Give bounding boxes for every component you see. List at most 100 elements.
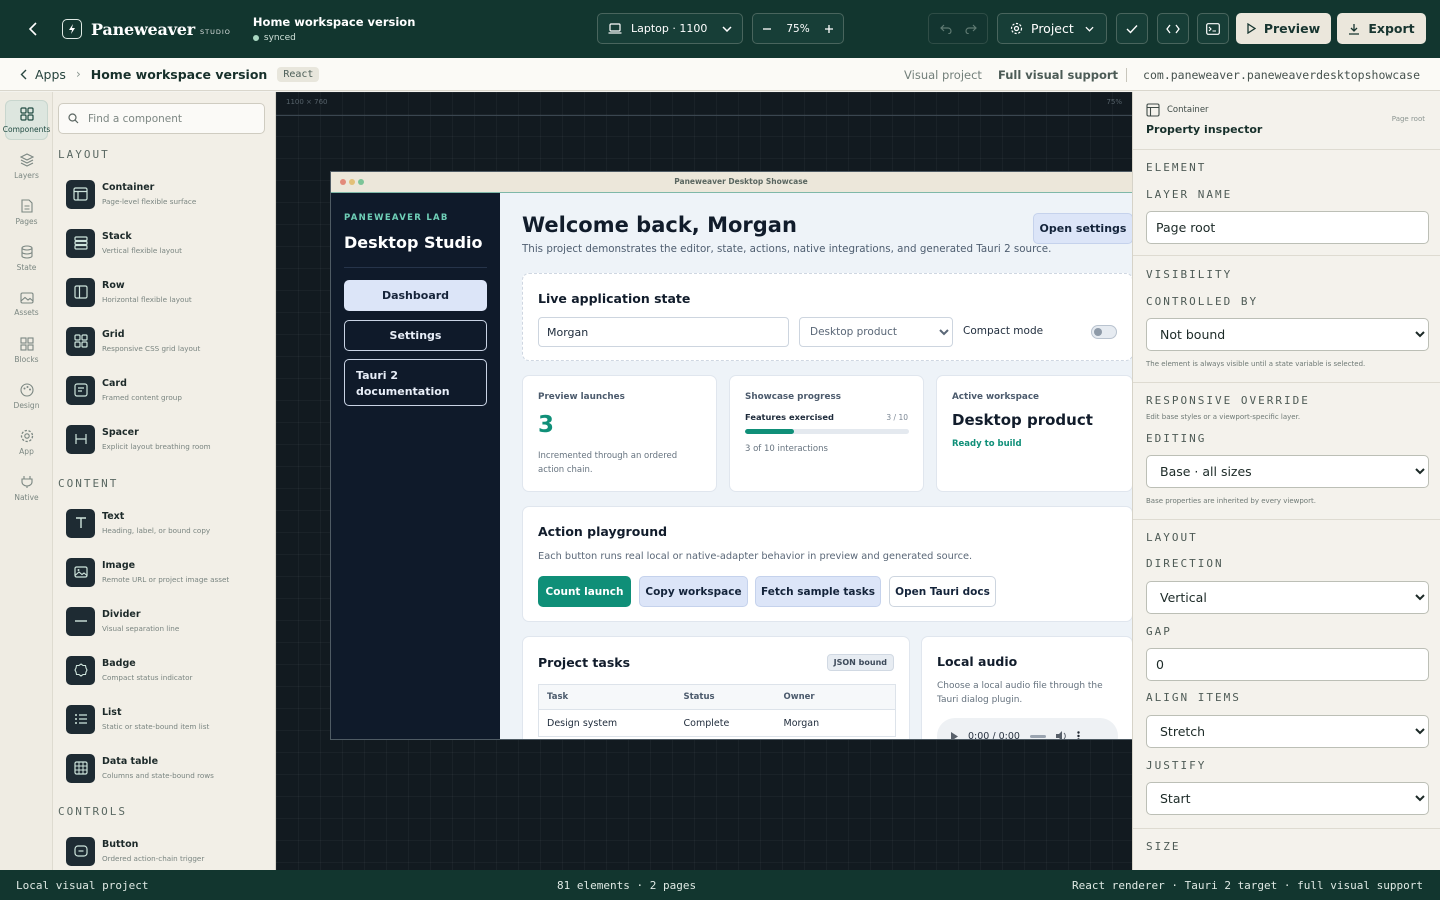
rail-item-native[interactable]: Native: [5, 468, 48, 508]
component-text[interactable]: Text Heading, label, or bound copy: [66, 503, 266, 543]
align-items-select[interactable]: Stretch: [1146, 715, 1429, 748]
compact-mode-toggle[interactable]: [1091, 325, 1117, 339]
device-selector[interactable]: Laptop · 1100: [597, 13, 743, 44]
copy-workspace-button[interactable]: Copy workspace: [639, 576, 748, 607]
component-spacer[interactable]: Spacer Explicit layout breathing room: [66, 419, 266, 459]
play-icon[interactable]: [951, 731, 958, 741]
element-kind: Container: [1167, 105, 1209, 115]
fetch-sample-tasks-button[interactable]: Fetch sample tasks: [755, 576, 881, 607]
local-audio-card: Local audio Choose a local audio file th…: [921, 636, 1132, 741]
editing-label: EDITING: [1146, 432, 1207, 445]
component-image[interactable]: Image Remote URL or project image asset: [66, 552, 266, 592]
layout-heading: LAYOUT: [1146, 531, 1198, 544]
component-badge[interactable]: Badge Compact status indicator: [66, 650, 266, 690]
sync-status: synced: [252, 33, 415, 43]
rail-item-state[interactable]: State: [5, 238, 48, 278]
layer-name-input[interactable]: [1146, 211, 1429, 244]
back-button[interactable]: [22, 22, 44, 36]
audio-seek-bar[interactable]: [1029, 734, 1046, 738]
launches-label: Preview launches: [538, 392, 625, 402]
rail-label: Components: [2, 124, 51, 134]
live-state-card: Live application state Desktop product C…: [522, 273, 1132, 361]
breadcrumb-current: Home workspace version: [90, 66, 268, 82]
brand-name: Paneweaver: [91, 19, 196, 39]
workspace-select[interactable]: Desktop product: [799, 317, 953, 347]
rail-item-components[interactable]: Components: [2, 100, 51, 140]
validate-button[interactable]: [1116, 13, 1148, 44]
justify-select[interactable]: Start: [1146, 782, 1429, 815]
canvas-zoom: 75%: [1106, 98, 1122, 106]
component-name: Card: [102, 378, 127, 389]
rail-item-blocks[interactable]: Blocks: [5, 330, 48, 370]
text-icon: [66, 508, 95, 538]
component-row[interactable]: Row Horizontal flexible layout: [66, 272, 266, 312]
laptop-icon: [608, 23, 622, 34]
component-desc: Columns and state-bound rows: [102, 771, 214, 780]
more-vertical-icon[interactable]: [1077, 731, 1080, 740]
launches-value: 3: [538, 412, 555, 438]
component-grid[interactable]: Grid Responsive CSS grid layout: [66, 321, 266, 361]
layers-icon: [19, 152, 34, 167]
component-list[interactable]: List Static or state-bound item list: [66, 699, 266, 739]
export-button[interactable]: Export: [1337, 13, 1426, 44]
play-icon: [1247, 23, 1256, 34]
view-code-button[interactable]: [1157, 13, 1189, 44]
rail-item-pages[interactable]: Pages: [5, 192, 48, 232]
json-bound-badge: JSON bound: [826, 654, 894, 671]
volume-icon[interactable]: [1055, 731, 1067, 740]
nav-settings-button[interactable]: Settings: [344, 320, 487, 351]
component-name: Spacer: [102, 427, 139, 438]
active-workspace-card: Active workspace Desktop product Ready t…: [936, 375, 1132, 492]
component-data-table[interactable]: Data table Columns and state-bound rows: [66, 748, 266, 788]
terminal-button[interactable]: [1197, 13, 1229, 44]
stack-icon: [66, 228, 95, 258]
rail-item-assets[interactable]: Assets: [5, 284, 48, 324]
nav-tauri-docs-button[interactable]: Tauri 2 documentation: [344, 359, 487, 406]
nav-dashboard-button[interactable]: Dashboard: [344, 280, 487, 311]
component-button[interactable]: Button Ordered action-chain trigger: [66, 831, 266, 870]
page-icon: [20, 198, 33, 213]
progress-bar: [745, 429, 909, 434]
name-input[interactable]: [538, 317, 789, 347]
rail-item-layers[interactable]: Layers: [5, 146, 48, 186]
preview-button[interactable]: Preview: [1236, 13, 1331, 44]
project-tasks-card: Project tasks JSON bound Task Status Own…: [522, 636, 910, 739]
app-preview-frame[interactable]: Paneweaver Desktop Showcase PANEWEAVER L…: [330, 171, 1132, 740]
count-launch-button[interactable]: Count launch: [538, 576, 631, 607]
component-divider[interactable]: Divider Visual separation line: [66, 601, 266, 641]
blocks-icon: [19, 336, 34, 351]
open-settings-button[interactable]: Open settings: [1033, 213, 1132, 244]
gap-input[interactable]: [1146, 648, 1429, 681]
editing-select[interactable]: Base · all sizes: [1146, 455, 1429, 488]
component-card[interactable]: Card Framed content group: [66, 370, 266, 410]
rail-item-app[interactable]: App: [5, 422, 48, 462]
open-tauri-docs-button[interactable]: Open Tauri docs: [889, 576, 996, 607]
rail-item-design[interactable]: Design: [5, 376, 48, 416]
table-cell: Complete: [683, 717, 730, 729]
direction-select[interactable]: Vertical: [1146, 581, 1429, 614]
project-menu-button[interactable]: Project: [997, 13, 1107, 44]
zoom-out-icon[interactable]: [762, 24, 772, 34]
breadcrumb-apps-link[interactable]: Apps: [20, 67, 66, 82]
plug-icon: [20, 475, 33, 488]
breadcrumb-separator-icon: ›: [75, 67, 81, 81]
image-icon: [66, 557, 95, 587]
column-header: Status: [675, 684, 776, 710]
table-row[interactable]: Design system Complete Morgan: [539, 710, 896, 737]
action-playground-card: Action playground Each button runs real …: [522, 506, 1132, 622]
gear-icon: [20, 429, 33, 442]
zoom-in-icon[interactable]: [824, 24, 834, 34]
undo-icon[interactable]: [939, 24, 952, 34]
design-canvas[interactable]: 1100 × 760 75% Paneweaver Desktop Showca…: [276, 92, 1132, 870]
component-search-input[interactable]: [88, 112, 258, 125]
gear-icon: [1010, 22, 1023, 35]
component-container[interactable]: Container Page-level flexible surface: [66, 174, 266, 214]
controlled-by-select[interactable]: Not bound: [1146, 318, 1429, 351]
palette-icon: [19, 382, 34, 397]
support-level: Full visual support: [997, 67, 1119, 82]
component-name: Text: [102, 511, 125, 522]
redo-icon[interactable]: [964, 24, 977, 34]
component-stack[interactable]: Stack Vertical flexible layout: [66, 223, 266, 263]
document-info: Home workspace version synced: [252, 15, 415, 43]
column-header: Owner: [775, 684, 896, 710]
